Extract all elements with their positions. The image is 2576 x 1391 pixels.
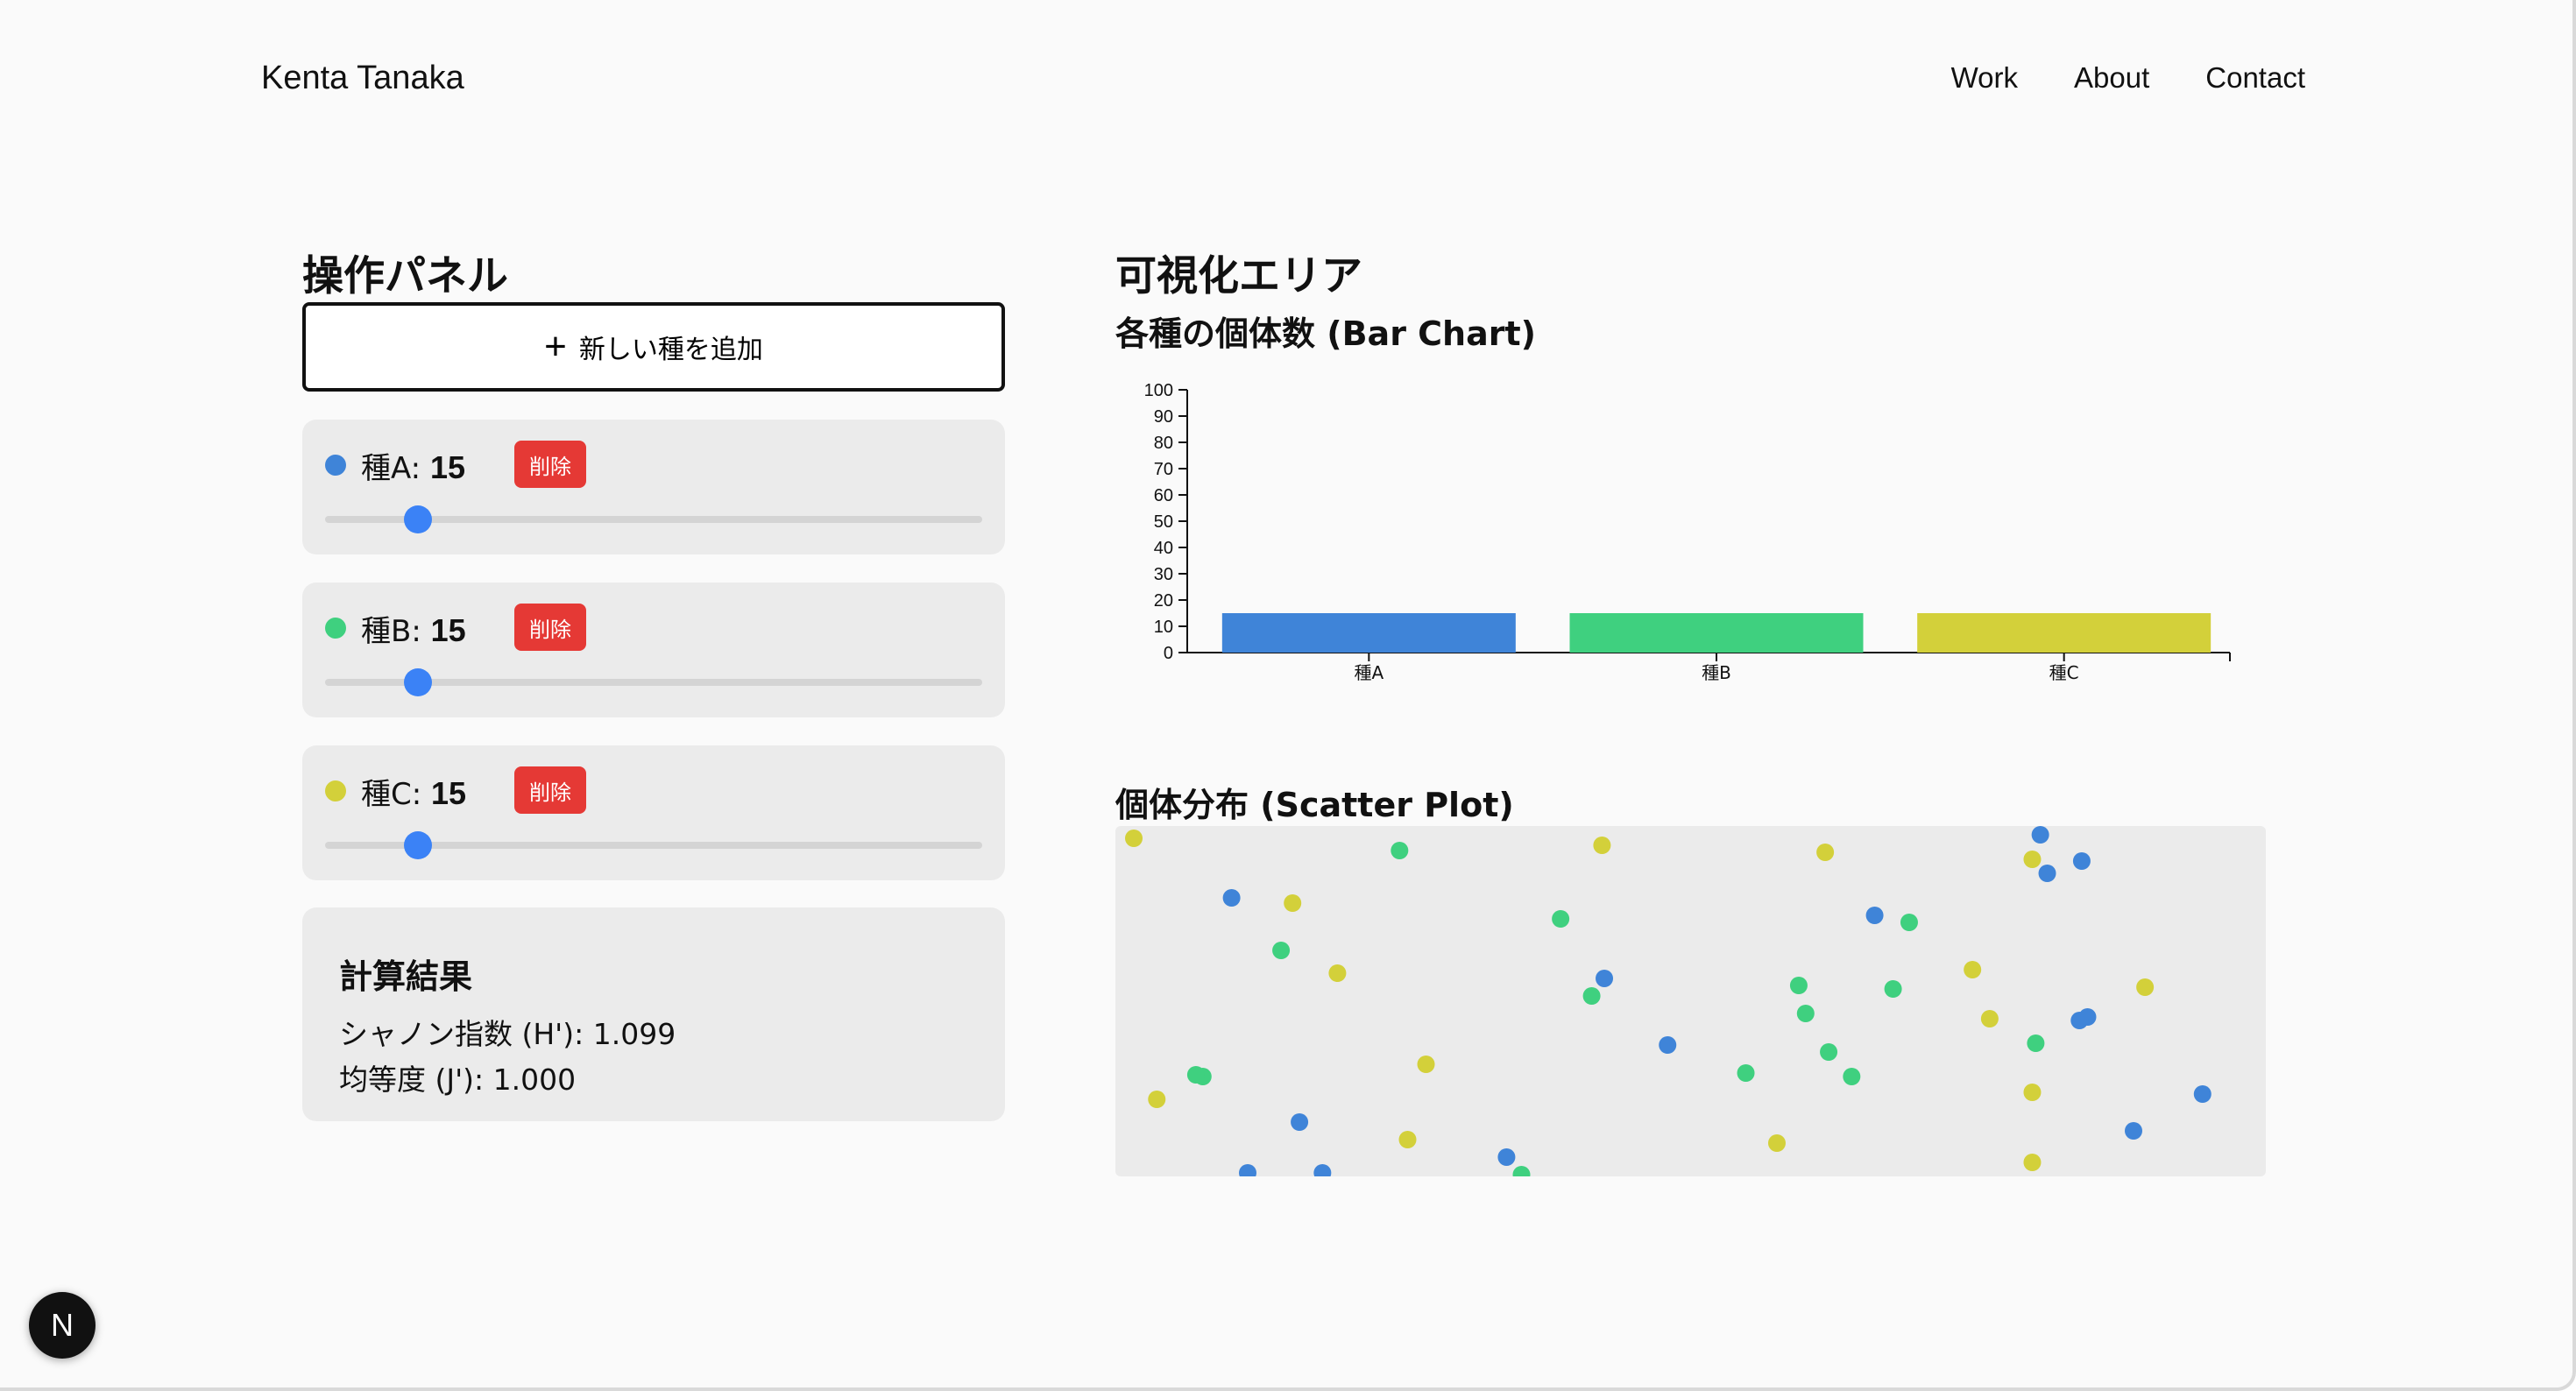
scatter-point [1767, 1134, 1786, 1152]
species-name: 種B: 15 [361, 612, 466, 649]
scatter-point [1900, 914, 1918, 931]
scatter-point [1596, 970, 1614, 987]
viz-title: 可視化エリア [1115, 252, 1362, 300]
scatter-point [2027, 1034, 2045, 1052]
species-b-slider-thumb[interactable] [404, 668, 432, 696]
y-tick-label: 60 [1154, 486, 1173, 505]
scatter-point [1272, 942, 1291, 959]
delete-species-c-button[interactable]: 削除 [514, 766, 586, 814]
results-panel: 計算結果 シャノン指数 (H'): 1.099 均等度 (J'): 1.000 [302, 907, 1005, 1121]
scatter-point [1865, 907, 1884, 924]
scatter-point [1417, 1056, 1435, 1073]
y-tick-label: 90 [1154, 407, 1173, 427]
scatter-chart-title: 個体分布 (Scatter Plot) [1115, 786, 1514, 824]
species-count: 15 [429, 449, 465, 485]
species-card-b: 種B: 15 削除 [302, 583, 1005, 717]
species-c-slider-thumb[interactable] [404, 831, 432, 859]
scatter-point [2072, 852, 2091, 870]
scatter-point [1820, 1043, 1838, 1061]
species-color-dot [325, 780, 346, 801]
scatter-point [1789, 977, 1808, 994]
species-color-dot [325, 618, 346, 639]
bar-種C [1917, 613, 2212, 653]
x-tick-label: 種C [2049, 662, 2079, 683]
scatter-point [1593, 837, 1611, 854]
bar-chart-title: 各種の個体数 (Bar Chart) [1115, 314, 1537, 353]
y-tick-label: 30 [1154, 565, 1173, 584]
scatter-point [1843, 1068, 1861, 1085]
y-tick-label: 80 [1154, 434, 1173, 453]
x-tick-label: 種A [1354, 662, 1384, 683]
plus-icon: + [544, 325, 567, 368]
shannon-index: シャノン指数 (H'): 1.099 [339, 1017, 676, 1051]
next-dev-indicator[interactable]: N [29, 1292, 96, 1359]
scatter-point [2136, 978, 2155, 996]
species-card-c: 種C: 15 削除 [302, 745, 1005, 880]
scatter-point [1964, 961, 1982, 978]
y-tick-label: 70 [1154, 460, 1173, 479]
scatter-point [2070, 1012, 2089, 1029]
scatter-point [1512, 1166, 1531, 1176]
nav-link-work[interactable]: Work [1951, 61, 2018, 95]
bar-種B [1569, 613, 1864, 653]
scatter-plot [1125, 826, 2212, 1176]
scatter-point [2031, 826, 2049, 844]
panel-title: 操作パネル [302, 252, 508, 300]
species-a-slider-thumb[interactable] [404, 505, 432, 533]
add-species-button[interactable]: + 新しい種を追加 [302, 302, 1005, 392]
scatter-point [2038, 865, 2056, 882]
species-name: 種C: 15 [361, 775, 467, 812]
scatter-point [2125, 1122, 2143, 1140]
y-tick-label: 0 [1164, 644, 1173, 663]
species-count: 15 [430, 612, 466, 648]
scatter-point [1284, 894, 1302, 912]
scatter-point [2023, 1154, 2042, 1171]
scatter-point [1222, 889, 1241, 907]
scatter-point [1148, 1091, 1166, 1108]
scatter-point [1391, 842, 1409, 859]
y-tick-label: 20 [1154, 591, 1173, 611]
nav-link-contact[interactable]: Contact [2205, 61, 2305, 95]
scatter-point [1238, 1164, 1256, 1176]
species-name: 種A: 15 [361, 449, 465, 486]
scatter-point [1186, 1066, 1205, 1084]
y-tick-label: 50 [1154, 512, 1173, 532]
scatter-point [1816, 844, 1835, 861]
bar-chart: 0 10 20 30 40 50 60 70 80 90 100 種A 種B 種C [1144, 381, 2231, 683]
scatter-point [1796, 1005, 1815, 1022]
y-tick-label: 40 [1154, 539, 1173, 558]
scatter-point [1582, 987, 1601, 1005]
scatter-point [2023, 851, 2042, 868]
delete-species-b-button[interactable]: 削除 [514, 604, 586, 651]
species-color-dot [325, 455, 346, 476]
scatter-point [2023, 1084, 2042, 1101]
nav-link-about[interactable]: About [2074, 61, 2149, 95]
scatter-point [1328, 964, 1347, 982]
top-nav: Work About Contact [1951, 61, 2305, 95]
scatter-point [1980, 1010, 1999, 1027]
scatter-point [1884, 980, 1902, 998]
scatter-point [1552, 910, 1570, 928]
scatter-point [1125, 830, 1143, 847]
scatter-point [1398, 1131, 1417, 1148]
species-card-a: 種A: 15 削除 [302, 420, 1005, 554]
site-logo[interactable]: Kenta Tanaka [261, 60, 464, 97]
x-tick-label: 種B [1702, 662, 1731, 683]
y-tick-label: 10 [1154, 618, 1173, 637]
scatter-point [1313, 1164, 1332, 1176]
y-tick-label: 100 [1144, 381, 1173, 400]
results-title: 計算結果 [339, 957, 473, 996]
delete-species-a-button[interactable]: 削除 [514, 441, 586, 488]
scatter-point [1291, 1113, 1309, 1131]
scatter-point [1497, 1148, 1516, 1166]
browser-window: Kenta Tanaka Work About Contact 操作パネル + … [0, 0, 2576, 1391]
scatter-point [1737, 1064, 1755, 1082]
species-count: 15 [431, 775, 467, 811]
scatter-point [1659, 1036, 1677, 1054]
scatter-point [2193, 1085, 2212, 1103]
add-species-label: 新しい種を追加 [578, 335, 763, 364]
bar-種A [1221, 613, 1516, 653]
evenness-index: 均等度 (J'): 1.000 [339, 1063, 577, 1097]
